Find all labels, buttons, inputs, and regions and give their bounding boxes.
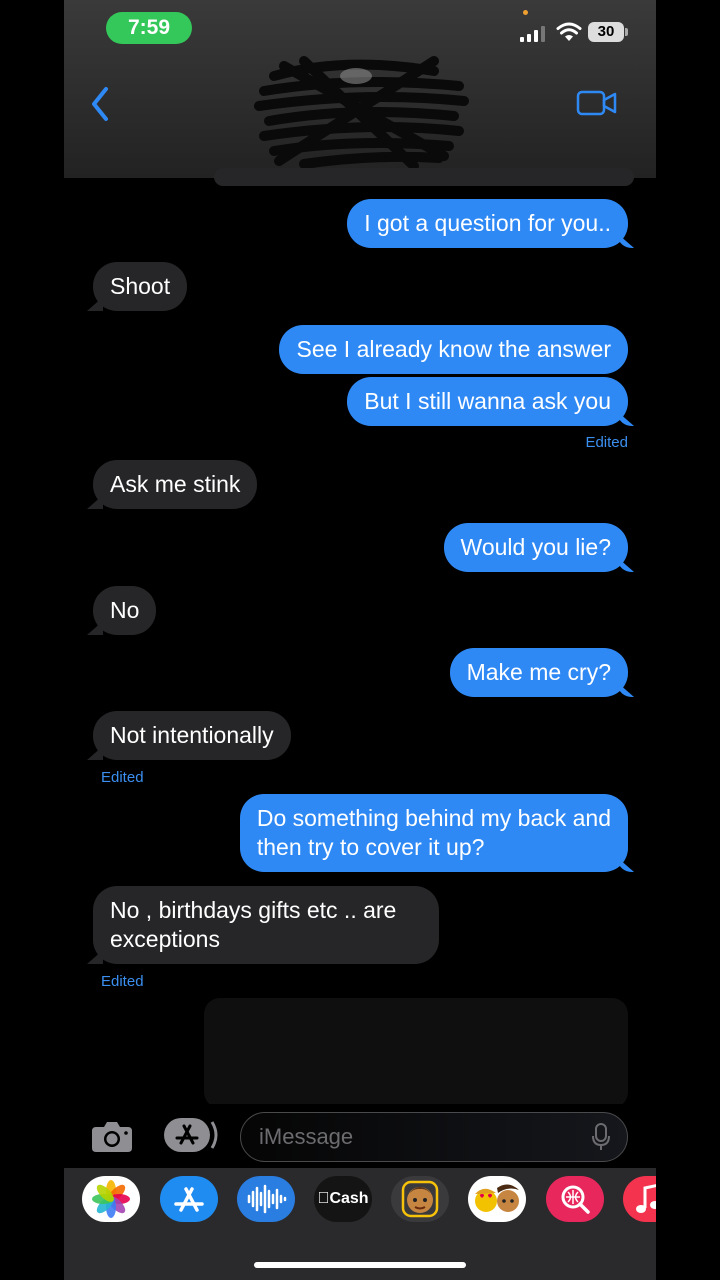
battery-tip [625,28,628,36]
typing-indicator-area [204,998,628,1108]
microphone-icon[interactable] [590,1122,612,1152]
wifi-icon [556,22,582,41]
apple-cash-label: Cash [323,1190,368,1207]
received-message[interactable]: No [93,586,157,635]
compose-bar [64,1104,656,1168]
sent-message[interactable]: But I still wanna ask you [347,377,628,426]
sent-message[interactable]: I got a question for you.. [347,199,628,248]
sent-message[interactable]: Do something behind my back and then try… [239,794,628,872]
app-drawer: Cash [64,1168,656,1280]
music-icon[interactable] [623,1176,656,1222]
back-chevron-icon[interactable] [86,84,116,124]
audio-message-icon[interactable] [237,1176,295,1222]
message-thread[interactable]: I got a question for you.. Shoot See I a… [64,168,656,1108]
sent-message[interactable]: Make me cry? [449,648,628,697]
image-search-icon[interactable] [546,1176,604,1222]
received-message[interactable]: Ask me stink [93,460,258,509]
cellular-signal-icon [520,26,545,42]
sent-message[interactable]: Would you lie? [443,523,628,572]
video-call-icon[interactable] [576,88,618,118]
received-message[interactable]: No , birthdays gifts etc .. are exceptio… [93,886,439,964]
redacted-contact-name[interactable] [244,46,474,176]
camera-icon[interactable] [90,1118,134,1154]
memoji-stickers-icon[interactable] [468,1176,526,1222]
photos-app-icon[interactable] [82,1176,140,1222]
imessage-input[interactable] [240,1112,628,1162]
previous-message-edge [214,168,634,186]
edited-label[interactable]: Edited [101,769,144,786]
edited-label[interactable]: Edited [101,973,144,990]
edited-label[interactable]: Edited [585,434,628,451]
app-store-icon[interactable] [160,1176,218,1222]
apple-cash-icon[interactable]: Cash [314,1176,372,1222]
conversation-header: 7:59 30 [64,0,656,178]
received-message[interactable]: Not intentionally [93,711,291,760]
app-store-apps-icon[interactable] [162,1117,218,1153]
received-message[interactable]: Shoot [93,262,188,311]
battery-indicator: 30 [588,22,624,42]
memoji-icon[interactable] [391,1176,449,1222]
camera-indicator-dot [523,10,528,15]
home-indicator[interactable] [254,1262,466,1268]
apple-cash-logo-icon:  [317,1190,329,1207]
messages-screen: 7:59 30 I got a question for you.. Shoot… [64,0,656,1280]
status-time[interactable]: 7:59 [106,12,192,44]
sent-message[interactable]: See I already know the answer [279,325,628,374]
